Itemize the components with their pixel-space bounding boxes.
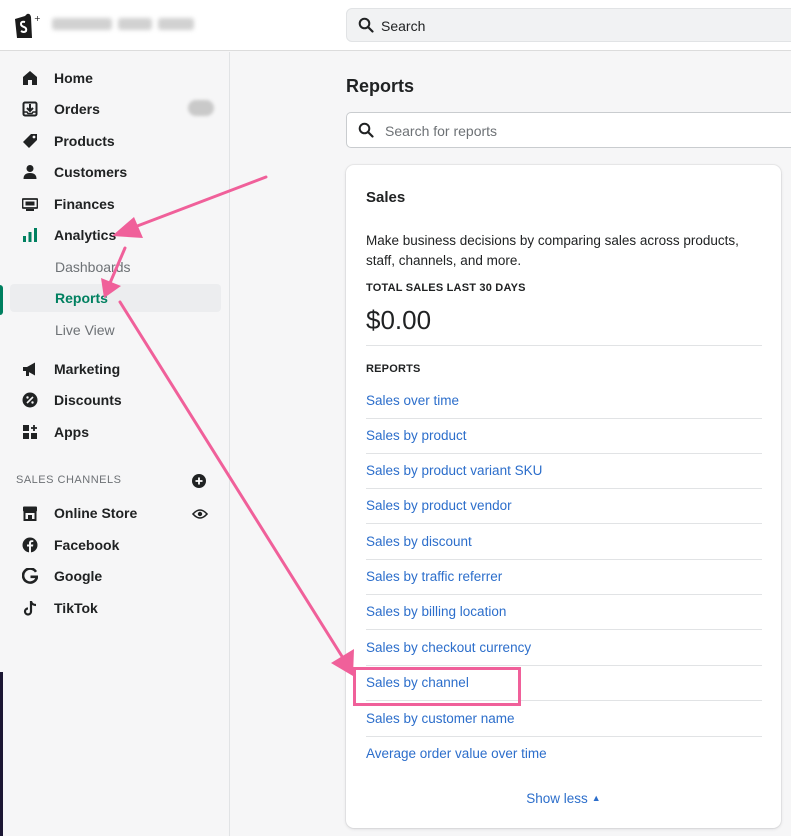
show-less-label: Show less	[526, 791, 588, 806]
shopify-logo-icon[interactable]: +	[12, 12, 44, 40]
report-link-sales-by-vendor[interactable]: Sales by product vendor	[366, 498, 512, 513]
discount-icon	[22, 392, 38, 408]
report-row: Sales by product variant SKU	[366, 454, 762, 489]
sidebar-subitem-label: Reports	[55, 290, 108, 306]
sidebar-item-products[interactable]: Products	[0, 127, 230, 155]
store-name-blurred	[118, 18, 152, 30]
report-link-sales-over-time[interactable]: Sales over time	[366, 393, 459, 408]
sidebar-item-label: Finances	[54, 196, 115, 212]
store-icon	[23, 506, 37, 521]
sales-channels-heading: SALES CHANNELS	[16, 474, 122, 486]
card-description: Make business decisions by comparing sal…	[366, 233, 739, 268]
report-search-placeholder: Search for reports	[385, 123, 498, 139]
sidebar-item-label: Google	[54, 568, 103, 584]
report-row: Sales over time	[366, 384, 762, 419]
total-sales-value: $0.00	[366, 305, 432, 335]
report-row: Sales by billing location	[366, 595, 762, 630]
global-search-input[interactable]: Search	[346, 8, 791, 42]
sidebar-item-apps[interactable]: Apps	[0, 418, 230, 446]
sidebar-item-label: Apps	[54, 424, 89, 440]
report-row: Sales by product	[366, 419, 762, 454]
sidebar-item-analytics[interactable]: Analytics	[0, 221, 230, 249]
view-store-eye-icon[interactable]	[192, 507, 208, 521]
report-link-sales-by-billing-location[interactable]: Sales by billing location	[366, 604, 506, 619]
megaphone-icon	[23, 362, 35, 376]
report-link-sales-by-product[interactable]: Sales by product	[366, 428, 467, 443]
page-title: Reports	[346, 76, 415, 96]
sidebar-item-label: Products	[54, 133, 115, 149]
report-link-average-order-value[interactable]: Average order value over time	[366, 746, 547, 761]
home-icon	[23, 71, 37, 85]
sidebar-item-label: Facebook	[54, 537, 120, 553]
tag-icon	[23, 134, 37, 148]
sidebar-item-label: Marketing	[54, 361, 121, 377]
store-name-blurred	[52, 18, 112, 30]
sidebar-item-orders[interactable]: Orders	[0, 95, 230, 123]
sidebar-item-label: Discounts	[54, 392, 122, 408]
google-icon	[22, 568, 38, 584]
active-indicator	[0, 285, 3, 315]
sidebar-item-finances[interactable]: Finances	[0, 190, 230, 218]
divider	[366, 345, 762, 346]
report-row: Average order value over time	[366, 737, 762, 772]
report-search-input[interactable]: Search for reports	[346, 112, 791, 148]
report-link-sales-by-checkout-currency[interactable]: Sales by checkout currency	[366, 640, 531, 655]
window-edge	[0, 672, 3, 836]
report-row: Sales by traffic referrer	[366, 560, 762, 595]
sidebar-item-label: Online Store	[54, 505, 138, 521]
tiktok-icon	[23, 601, 37, 616]
search-icon	[358, 122, 374, 138]
show-less-button[interactable]: Show less ▲	[346, 791, 781, 806]
sidebar-item-label: Customers	[54, 164, 128, 180]
sidebar-item-label: Analytics	[54, 227, 117, 243]
caret-up-icon: ▲	[591, 793, 601, 803]
report-row: Sales by discount	[366, 525, 762, 560]
orders-icon	[22, 101, 38, 117]
add-channel-plus-icon[interactable]	[192, 474, 206, 488]
sidebar-subitem-live-view[interactable]: Live View	[10, 316, 221, 344]
facebook-icon	[22, 537, 38, 553]
svg-text:+: +	[34, 14, 41, 23]
sidebar-item-label: Orders	[54, 101, 100, 117]
reports-heading: REPORTS	[366, 363, 421, 375]
report-row: Sales by checkout currency	[366, 631, 762, 666]
sidebar-item-tiktok[interactable]: TikTok	[0, 594, 230, 622]
sidebar-subitem-reports[interactable]: Reports	[10, 284, 221, 312]
sidebar-item-marketing[interactable]: Marketing	[0, 355, 230, 383]
sidebar-subitem-label: Live View	[55, 322, 115, 338]
sidebar-subitem-dashboards[interactable]: Dashboards	[10, 253, 221, 281]
highlight-box	[353, 667, 521, 706]
sidebar-item-discounts[interactable]: Discounts	[0, 386, 230, 414]
report-link-sales-by-customer-name[interactable]: Sales by customer name	[366, 711, 515, 726]
sidebar-item-home[interactable]: Home	[0, 64, 230, 92]
person-icon	[23, 165, 37, 179]
sidebar-item-label: Home	[54, 70, 93, 86]
card-title: Sales	[366, 189, 406, 206]
sidebar: Home Orders Products Customers Finances …	[0, 52, 230, 836]
sidebar-item-customers[interactable]: Customers	[0, 158, 230, 186]
sidebar-item-label: TikTok	[54, 600, 98, 616]
sidebar-subitem-label: Dashboards	[55, 259, 131, 275]
store-name-blurred	[158, 18, 194, 30]
sales-report-card: Sales Make business decisions by compari…	[346, 165, 781, 828]
total-sales-label: TOTAL SALES LAST 30 DAYS	[366, 282, 526, 294]
top-bar: + Search	[0, 0, 791, 51]
report-link-sales-by-variant-sku[interactable]: Sales by product variant SKU	[366, 463, 542, 478]
bar-chart-icon	[23, 228, 37, 242]
sidebar-item-facebook[interactable]: Facebook	[0, 531, 230, 559]
report-link-sales-by-discount[interactable]: Sales by discount	[366, 534, 472, 549]
report-link-sales-by-traffic-referrer[interactable]: Sales by traffic referrer	[366, 569, 502, 584]
global-search-placeholder: Search	[381, 18, 426, 34]
apps-icon	[23, 425, 37, 439]
search-icon	[358, 17, 374, 33]
finances-icon	[22, 198, 38, 211]
report-row: Sales by customer name	[366, 702, 762, 737]
sidebar-item-google[interactable]: Google	[0, 562, 230, 590]
report-row: Sales by product vendor	[366, 489, 762, 524]
